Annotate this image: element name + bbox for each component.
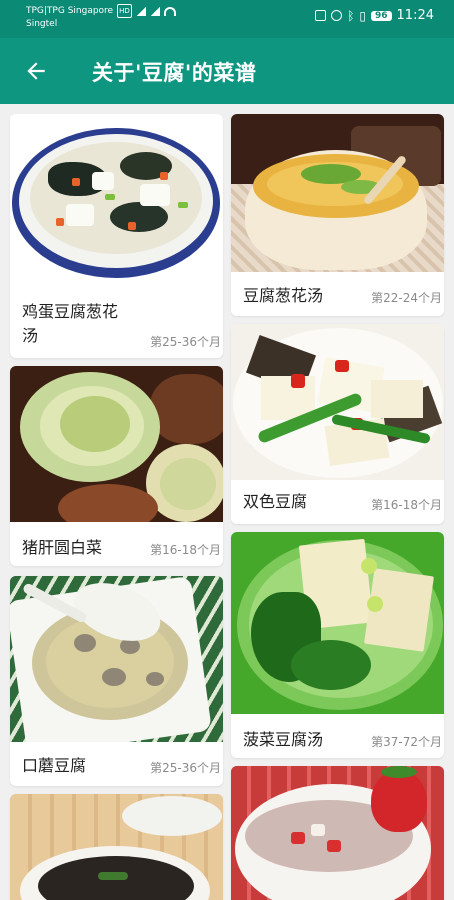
signal-icon — [135, 6, 146, 16]
recipe-card[interactable]: 双色豆腐 第16-18个月 — [231, 324, 444, 524]
carrier-label-2: Singtel — [26, 19, 58, 29]
alarm-icon — [331, 10, 343, 21]
recipe-age-range: 第16-18个月 — [150, 543, 221, 557]
recipe-name: 口蘑豆腐 — [22, 756, 87, 775]
recipe-age-range: 第37-72个月 — [371, 735, 442, 749]
recipe-age-range: 第25-36个月 — [150, 761, 221, 775]
recipe-name: 豆腐葱花汤 — [243, 286, 324, 305]
recipe-image — [231, 114, 444, 272]
hd-badge: HD — [117, 4, 132, 18]
recipe-image — [10, 576, 223, 742]
nfc-icon — [315, 10, 327, 21]
status-left: TPG|TPG Singapore HD Singtel — [26, 4, 176, 30]
recipe-age-range: 第16-18个月 — [371, 498, 442, 512]
vibrate-icon: ▯ — [359, 8, 366, 23]
arrow-left-icon — [27, 62, 45, 80]
recipe-age-range: 第22-24个月 — [371, 291, 442, 305]
signal-icon-2 — [149, 6, 160, 16]
status-right: ᛒ ▯ 96 11:24 — [315, 8, 434, 23]
recipe-card[interactable] — [10, 794, 223, 900]
recipe-card[interactable]: 豆腐葱花汤 第22-24个月 — [231, 114, 444, 316]
battery-icon: 96 — [371, 10, 392, 21]
wifi-icon — [163, 6, 176, 16]
clock: 11:24 — [396, 8, 434, 23]
recipe-image — [231, 766, 444, 900]
recipe-image — [231, 532, 444, 714]
recipe-card[interactable]: 猪肝圆白菜 第16-18个月 — [10, 366, 223, 566]
bluetooth-icon: ᛒ — [347, 8, 355, 23]
recipe-image — [10, 794, 223, 900]
recipe-card[interactable]: 口蘑豆腐 第25-36个月 — [10, 576, 223, 786]
recipe-image — [10, 366, 223, 522]
recipe-name: 鸡蛋豆腐葱花汤 — [22, 302, 119, 345]
recipe-image — [10, 114, 223, 286]
recipe-card[interactable]: 菠菜豆腐汤 第37-72个月 — [231, 532, 444, 758]
recipe-name: 猪肝圆白菜 — [22, 538, 103, 557]
recipe-grid[interactable]: 鸡蛋豆腐葱花汤 第25-36个月 猪肝圆白菜 第16-18个月 口蘑豆腐 第25… — [0, 104, 454, 900]
recipe-name: 双色豆腐 — [243, 492, 308, 511]
recipe-name: 菠菜豆腐汤 — [243, 730, 324, 749]
recipe-age-range: 第25-36个月 — [150, 335, 221, 349]
back-button[interactable] — [20, 55, 52, 87]
recipe-card[interactable] — [231, 766, 444, 900]
recipe-image — [231, 324, 444, 480]
carrier-label: TPG|TPG Singapore — [26, 6, 114, 16]
recipe-card[interactable]: 鸡蛋豆腐葱花汤 第25-36个月 — [10, 114, 223, 358]
app-bar: 关于'豆腐'的菜谱 — [0, 38, 454, 104]
status-bar: TPG|TPG Singapore HD Singtel ᛒ ▯ 96 11:2… — [0, 0, 454, 38]
page-title: 关于'豆腐'的菜谱 — [92, 61, 257, 85]
